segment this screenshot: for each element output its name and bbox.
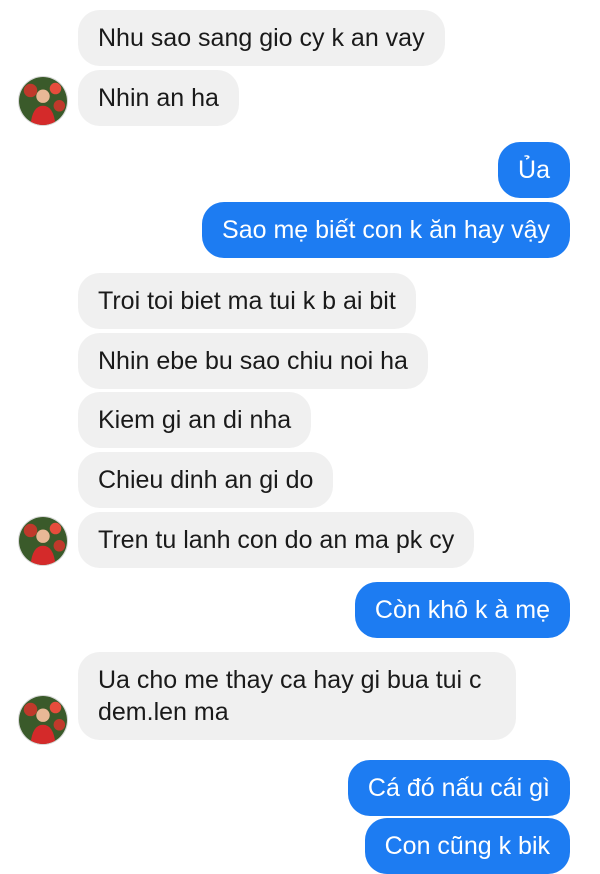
- incoming-message[interactable]: Nhu sao sang gio cy k an vay: [78, 10, 445, 66]
- incoming-message[interactable]: Ua cho me thay ca hay gi bua tui c dem.l…: [78, 652, 516, 740]
- incoming-message[interactable]: Nhin an ha: [78, 70, 239, 126]
- incoming-message[interactable]: Kiem gi an di nha: [78, 392, 312, 448]
- contact-avatar[interactable]: [18, 695, 68, 745]
- avatar-photo-icon: [19, 696, 67, 744]
- outgoing-message[interactable]: Cá đó nấu cái gì: [347, 760, 570, 816]
- outgoing-message[interactable]: Còn khô k à mẹ: [354, 582, 570, 638]
- outgoing-message[interactable]: Con cũng k bik: [364, 818, 570, 874]
- outgoing-message[interactable]: Sao mẹ biết con k ăn hay vậy: [202, 202, 570, 258]
- contact-avatar[interactable]: [18, 76, 68, 126]
- avatar-photo-icon: [19, 517, 67, 565]
- contact-avatar[interactable]: [18, 516, 68, 566]
- incoming-message[interactable]: Chieu dinh an gi do: [78, 452, 334, 508]
- incoming-message[interactable]: Troi toi biet ma tui k b ai bit: [78, 273, 416, 329]
- avatar-photo-icon: [19, 77, 67, 125]
- incoming-message[interactable]: Nhin ebe bu sao chiu noi ha: [78, 333, 428, 389]
- incoming-message[interactable]: Tren tu lanh con do an ma pk cy: [78, 512, 475, 568]
- outgoing-message[interactable]: Ủa: [498, 142, 570, 198]
